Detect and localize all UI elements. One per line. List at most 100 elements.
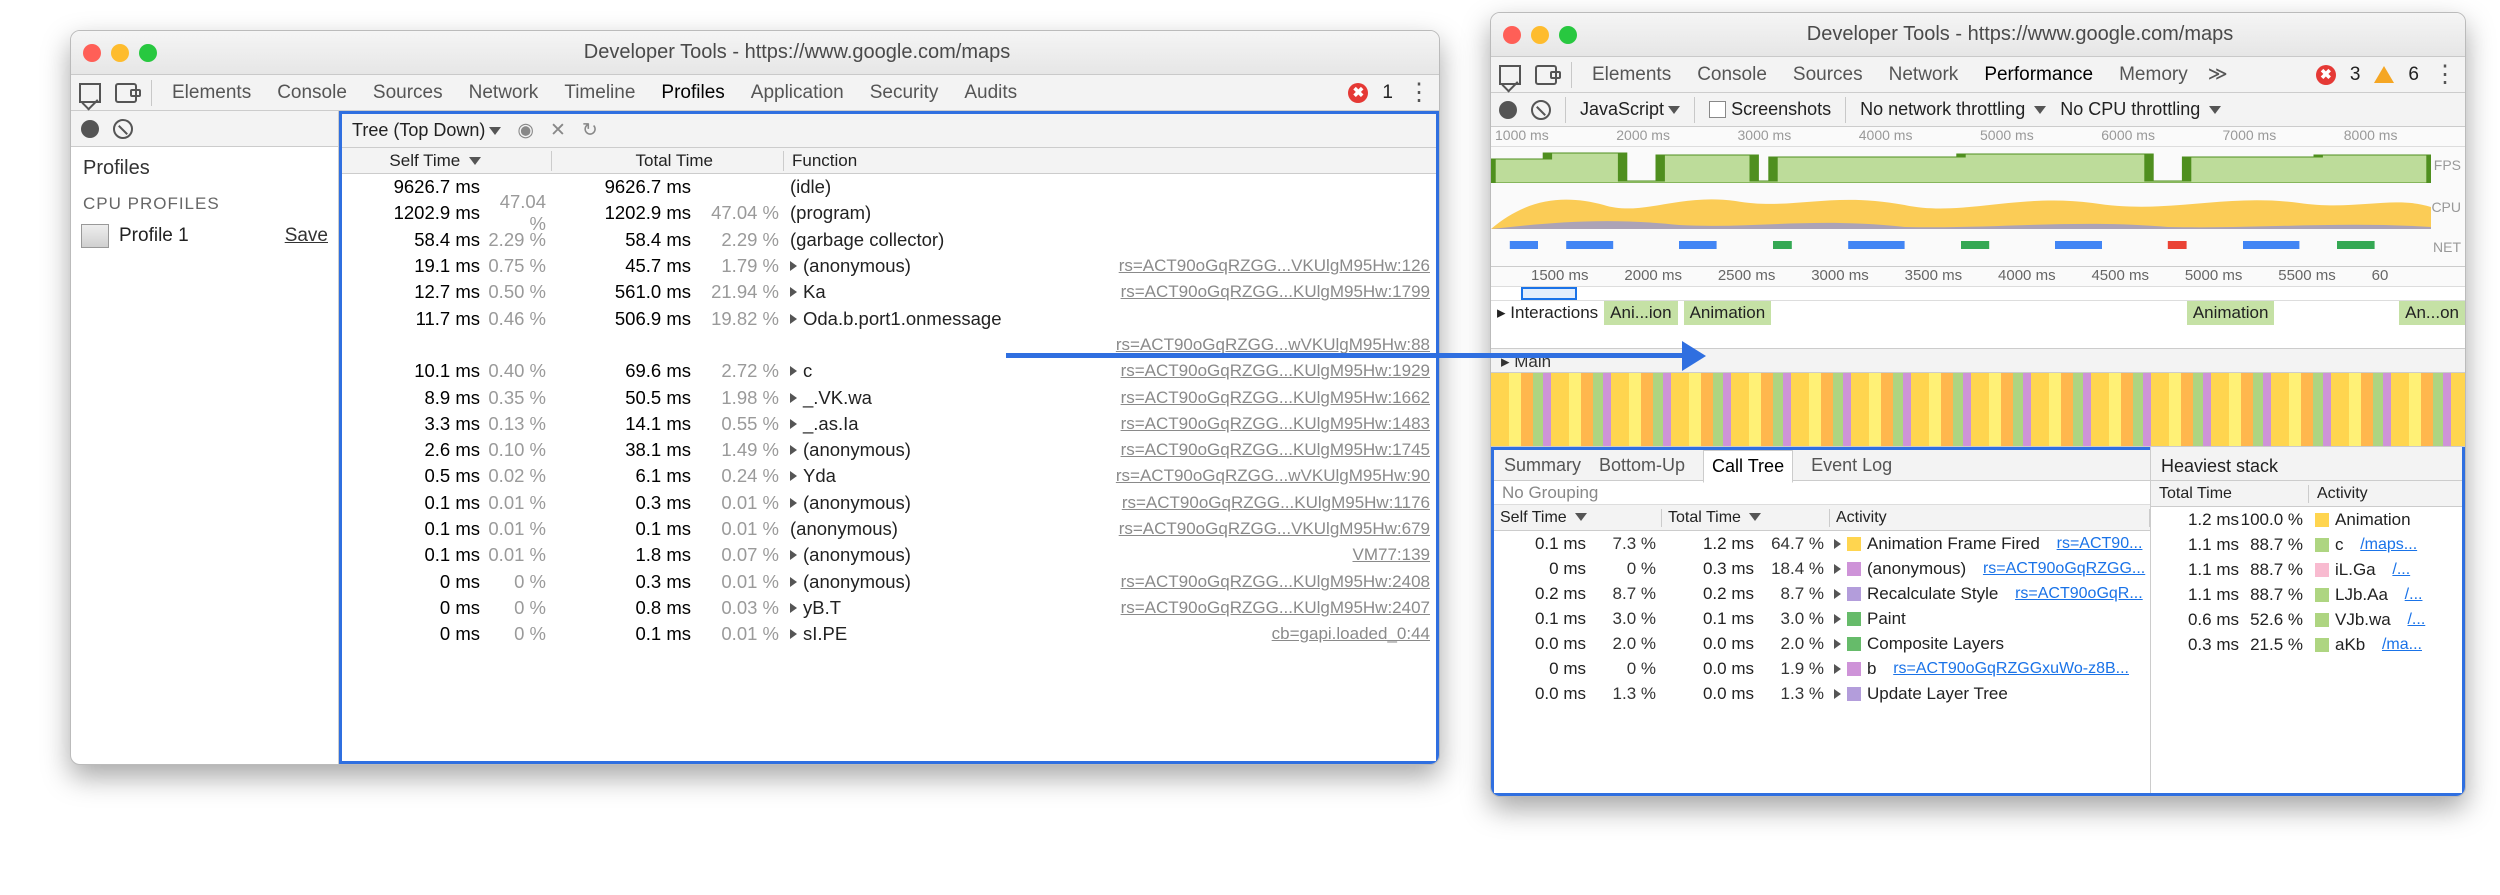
- calltree-row[interactable]: 0.0 ms1.3 %0.0 ms1.3 %Update Layer Tree: [1494, 681, 2150, 706]
- source-link[interactable]: rs=ACT90oGqRZGG...: [1983, 560, 2145, 578]
- flamegraph[interactable]: [1491, 373, 2465, 447]
- record-icon[interactable]: [1499, 101, 1517, 119]
- error-badge-icon[interactable]: ✖: [1348, 83, 1368, 103]
- profile-row[interactable]: 0.1 ms0.01 %0.3 ms0.01 %(anonymous)rs=AC…: [342, 490, 1436, 516]
- disclosure-icon[interactable]: [790, 550, 797, 560]
- profile-row[interactable]: 0 ms0 %0.3 ms0.01 %(anonymous)rs=ACT90oG…: [342, 568, 1436, 594]
- disclosure-icon[interactable]: [790, 629, 797, 639]
- source-link[interactable]: rs=ACT90oGqRZGG...KUlgM95Hw:1745: [1121, 440, 1436, 460]
- calltree-row[interactable]: 0.1 ms7.3 %1.2 ms64.7 %Animation Frame F…: [1494, 531, 2150, 556]
- profile-row[interactable]: 19.1 ms0.75 %45.7 ms1.79 %(anonymous)rs=…: [342, 253, 1436, 279]
- scope-dropdown[interactable]: JavaScript: [1580, 99, 1680, 120]
- profile-row[interactable]: 0.1 ms0.01 %1.8 ms0.07 %(anonymous)VM77:…: [342, 542, 1436, 568]
- source-link[interactable]: rs=ACT90oGqRZGG...KUlgM95Hw:1483: [1121, 414, 1436, 434]
- disclosure-icon[interactable]: [1834, 639, 1841, 649]
- titlebar[interactable]: Developer Tools - https://www.google.com…: [71, 31, 1439, 75]
- tab-sources[interactable]: Sources: [367, 82, 449, 104]
- tab-audits[interactable]: Audits: [958, 82, 1023, 104]
- grouping-dropdown[interactable]: No Grouping: [1494, 481, 2150, 505]
- col-self[interactable]: Self Time: [1494, 509, 1662, 527]
- tab-elements[interactable]: Elements: [166, 82, 257, 104]
- calltree-row[interactable]: 0 ms0 %0.3 ms18.4 %(anonymous) rs=ACT90o…: [1494, 556, 2150, 581]
- col-self[interactable]: Self Time: [342, 151, 552, 171]
- close-icon[interactable]: [1503, 26, 1521, 44]
- disclosure-icon[interactable]: [1834, 539, 1841, 549]
- profile-row[interactable]: 0 ms0 %0.1 ms0.01 %sI.PEcb=gapi.loaded_0…: [342, 621, 1436, 647]
- kebab-icon[interactable]: ⋮: [1407, 84, 1431, 102]
- source-link[interactable]: rs=ACT90oGqRZGG...VKUlgM95Hw:679: [1119, 519, 1436, 539]
- calltree-row[interactable]: 0.1 ms3.0 %0.1 ms3.0 %Paint: [1494, 606, 2150, 631]
- dtab-bottomup[interactable]: Bottom-Up: [1599, 455, 1685, 476]
- profile-row[interactable]: 0 ms0 %0.8 ms0.03 %yB.Trs=ACT90oGqRZGG..…: [342, 595, 1436, 621]
- source-link[interactable]: /ma...: [2382, 636, 2422, 654]
- profile-row[interactable]: 3.3 ms0.13 %14.1 ms0.55 %_.as.Iars=ACT90…: [342, 411, 1436, 437]
- disclosure-icon[interactable]: [790, 445, 797, 455]
- source-link[interactable]: rs=ACT90oGqRZGG...KUlgM95Hw:1799: [1121, 282, 1436, 302]
- selection-handle[interactable]: [1521, 287, 1577, 300]
- disclosure-icon[interactable]: [790, 366, 797, 376]
- inspect-icon[interactable]: [79, 83, 101, 103]
- tab-security[interactable]: Security: [864, 82, 945, 104]
- source-link[interactable]: rs=ACT90oGqRZGG...wVKUlgM95Hw:90: [1116, 466, 1436, 486]
- disclosure-icon[interactable]: [790, 419, 797, 429]
- source-link[interactable]: /...: [2407, 611, 2425, 629]
- disclosure-icon[interactable]: [1834, 564, 1841, 574]
- x-icon[interactable]: ✕: [550, 119, 566, 142]
- heaviest-row[interactable]: 1.2 ms100.0 %Animation: [2151, 507, 2462, 532]
- col-total[interactable]: Total Time: [552, 151, 784, 171]
- warning-count[interactable]: 6: [2408, 64, 2419, 86]
- device-icon[interactable]: [1535, 65, 1557, 85]
- col-activity[interactable]: Activity: [2309, 485, 2462, 503]
- error-count[interactable]: 1: [1382, 82, 1393, 104]
- tree-mode-dropdown[interactable]: Tree (Top Down): [352, 120, 501, 141]
- zoom-icon[interactable]: [1559, 26, 1577, 44]
- overview-panel[interactable]: FPS CPU NET: [1491, 147, 2465, 267]
- clear-icon[interactable]: [1531, 100, 1551, 120]
- heaviest-row[interactable]: 1.1 ms88.7 %LJb.Aa /...: [2151, 582, 2462, 607]
- dtab-eventlog[interactable]: Event Log: [1811, 455, 1892, 476]
- disclosure-icon[interactable]: [790, 393, 797, 403]
- profile-row[interactable]: 12.7 ms0.50 %561.0 ms21.94 %Kars=ACT90oG…: [342, 279, 1436, 305]
- tab-network[interactable]: Network: [1883, 64, 1965, 86]
- col-function[interactable]: Function: [784, 151, 1436, 171]
- clear-icon[interactable]: [113, 119, 133, 139]
- tab-memory[interactable]: Memory: [2113, 64, 2194, 86]
- tab-performance[interactable]: Performance: [1978, 64, 2099, 86]
- profile-row[interactable]: 2.6 ms0.10 %38.1 ms1.49 %(anonymous)rs=A…: [342, 437, 1436, 463]
- net-throttle-dropdown[interactable]: No network throttling: [1860, 99, 2046, 120]
- tab-sources[interactable]: Sources: [1787, 64, 1869, 86]
- source-link[interactable]: cb=gapi.loaded_0:44: [1272, 624, 1436, 644]
- error-badge-icon[interactable]: ✖: [2316, 65, 2336, 85]
- device-icon[interactable]: [115, 83, 137, 103]
- profile-row[interactable]: 58.4 ms2.29 %58.4 ms2.29 %(garbage colle…: [342, 227, 1436, 253]
- source-link[interactable]: VM77:139: [1353, 545, 1437, 565]
- reload-icon[interactable]: ↻: [582, 119, 598, 142]
- screenshots-checkbox[interactable]: Screenshots: [1709, 99, 1831, 120]
- disclosure-icon[interactable]: [790, 261, 797, 271]
- minimize-icon[interactable]: [111, 44, 129, 62]
- disclosure-icon[interactable]: [1834, 589, 1841, 599]
- disclosure-icon[interactable]: [790, 471, 797, 481]
- disclosure-icon[interactable]: [790, 603, 797, 613]
- record-icon[interactable]: [81, 120, 99, 138]
- source-link[interactable]: /...: [2392, 561, 2410, 579]
- zoom-icon[interactable]: [139, 44, 157, 62]
- col-activity[interactable]: Activity: [1830, 509, 2150, 527]
- minimize-icon[interactable]: [1531, 26, 1549, 44]
- warning-badge-icon[interactable]: [2374, 66, 2394, 83]
- calltree-row[interactable]: 0 ms0 %0.0 ms1.9 %b rs=ACT90oGqRZGGxuWo-…: [1494, 656, 2150, 681]
- col-total[interactable]: Total Time: [1662, 509, 1830, 527]
- source-link[interactable]: /maps...: [2360, 536, 2417, 554]
- disclosure-icon[interactable]: [1834, 689, 1841, 699]
- titlebar[interactable]: Developer Tools - https://www.google.com…: [1491, 13, 2465, 57]
- col-total[interactable]: Total Time: [2151, 485, 2309, 503]
- scrubber[interactable]: [1491, 287, 2465, 301]
- profile-item[interactable]: Profile 1 Save: [71, 218, 338, 254]
- more-tabs-icon[interactable]: ≫: [2208, 63, 2228, 86]
- source-link[interactable]: rs=ACT90...: [2057, 535, 2143, 553]
- tab-application[interactable]: Application: [745, 82, 850, 104]
- source-link[interactable]: rs=ACT90oGqRZGGxuWo-z8B...: [1893, 660, 2129, 678]
- source-link[interactable]: rs=ACT90oGqRZGG...KUlgM95Hw:2408: [1121, 572, 1436, 592]
- disclosure-icon[interactable]: [790, 498, 797, 508]
- tab-console[interactable]: Console: [271, 82, 353, 104]
